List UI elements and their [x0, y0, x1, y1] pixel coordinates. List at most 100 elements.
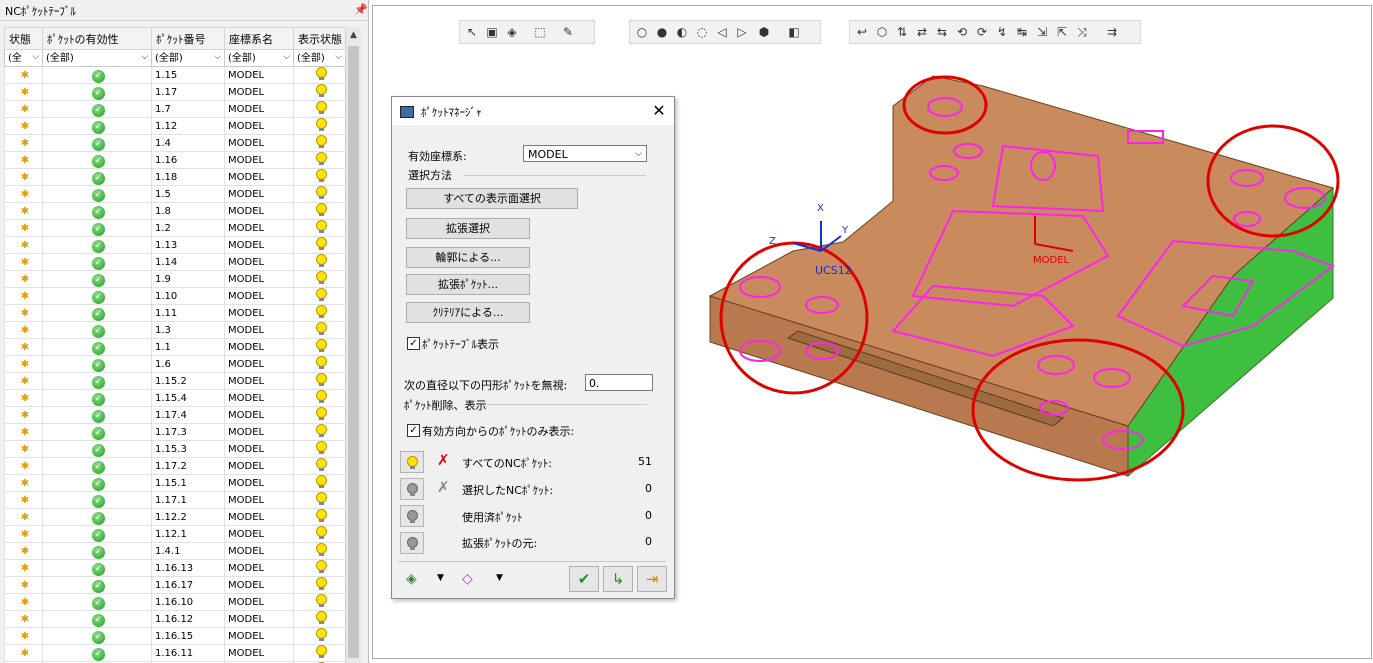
display-state-cell[interactable]: [293, 576, 345, 594]
table-row[interactable]: ✱ ✓ 1.12 MODEL: [4, 117, 345, 135]
active-coord-select[interactable]: MODEL ⌵: [523, 145, 647, 162]
column-header-display-state[interactable]: 表示状態: [293, 27, 345, 50]
remove-selected-icon[interactable]: ✗: [437, 478, 450, 496]
display-state-cell[interactable]: [293, 559, 345, 577]
remove-all-icon[interactable]: ✗: [437, 451, 450, 469]
bulb-icon[interactable]: [315, 594, 327, 607]
bulb-icon[interactable]: [315, 458, 327, 471]
bulb-icon[interactable]: [315, 84, 327, 97]
column-header-state[interactable]: 状態: [4, 27, 43, 50]
show-table-checkbox[interactable]: ✓: [407, 337, 420, 350]
table-row[interactable]: ✱ ✓ 1.17.2 MODEL: [4, 457, 345, 475]
display-state-cell[interactable]: [293, 100, 345, 118]
table-row[interactable]: ✱ ✓ 1.16.10 MODEL: [4, 593, 345, 611]
table-row[interactable]: ✱ ✓ 1.7 MODEL: [4, 100, 345, 118]
pocket-magenta-icon[interactable]: ◇: [462, 571, 473, 587]
display-state-cell[interactable]: [293, 389, 345, 407]
display-state-cell[interactable]: [293, 236, 345, 254]
table-row[interactable]: ✱ ✓ 1.16.15 MODEL: [4, 627, 345, 645]
display-state-cell[interactable]: [293, 151, 345, 169]
show-selected-pockets-button[interactable]: [400, 478, 424, 500]
table-row[interactable]: ✱ ✓ 1.16.12 MODEL: [4, 610, 345, 628]
apply-button[interactable]: ↳: [603, 566, 633, 592]
show-extend-source-button[interactable]: [400, 532, 424, 554]
table-row[interactable]: ✱ ✓ 1.12.2 MODEL: [4, 508, 345, 526]
table-row[interactable]: ✱ ✓ 1.11 MODEL: [4, 304, 345, 322]
bulb-icon[interactable]: [315, 254, 327, 267]
pin-icon[interactable]: 📌: [354, 3, 368, 16]
chevron-down-icon[interactable]: ▼: [437, 573, 444, 583]
column-header-validity[interactable]: ﾎﾟｹｯﾄの有効性: [42, 27, 152, 50]
filter-validity[interactable]: (全部) ⌵: [42, 49, 152, 67]
display-state-cell[interactable]: [293, 593, 345, 611]
by-contour-button[interactable]: 輪郭による...: [406, 247, 530, 268]
bulb-icon[interactable]: [315, 169, 327, 182]
table-row[interactable]: ✱ ✓ 1.5 MODEL: [4, 185, 345, 203]
bulb-icon[interactable]: [315, 373, 327, 386]
ignore-diameter-input[interactable]: 0.: [585, 374, 653, 391]
display-state-cell[interactable]: [293, 508, 345, 526]
display-state-cell[interactable]: [293, 134, 345, 152]
display-state-cell[interactable]: [293, 525, 345, 543]
scroll-up-icon[interactable]: ▲: [346, 27, 361, 44]
bulb-icon[interactable]: [315, 322, 327, 335]
table-row[interactable]: ✱ ✓ 1.16.11 MODEL: [4, 644, 345, 662]
display-state-cell[interactable]: [293, 355, 345, 373]
table-row[interactable]: ✱ ✓ 1.15.1 MODEL: [4, 474, 345, 492]
active-dir-checkbox[interactable]: ✓: [407, 424, 420, 437]
bulb-icon[interactable]: [315, 305, 327, 318]
display-state-cell[interactable]: [293, 202, 345, 220]
table-row[interactable]: ✱ ✓ 1.14 MODEL: [4, 253, 345, 271]
display-state-cell[interactable]: [293, 66, 345, 84]
chevron-down-icon[interactable]: ▼: [496, 573, 503, 583]
bulb-icon[interactable]: [315, 475, 327, 488]
table-row[interactable]: ✱ ✓ 1.15 MODEL: [4, 66, 345, 84]
display-state-cell[interactable]: [293, 304, 345, 322]
table-row[interactable]: ✱ ✓ 1.3 MODEL: [4, 321, 345, 339]
display-state-cell[interactable]: [293, 83, 345, 101]
column-header-pocket-number[interactable]: ﾎﾟｹｯﾄ番号: [151, 27, 225, 50]
table-scrollbar[interactable]: ▲: [345, 27, 361, 663]
display-state-cell[interactable]: [293, 644, 345, 662]
table-row[interactable]: ✱ ✓ 1.15.4 MODEL: [4, 389, 345, 407]
select-all-faces-button[interactable]: すべての表示面選択: [406, 188, 578, 209]
bulb-icon[interactable]: [315, 135, 327, 148]
table-row[interactable]: ✱ ✓ 1.17.1 MODEL: [4, 491, 345, 509]
table-row[interactable]: ✱ ✓ 1.15.2 MODEL: [4, 372, 345, 390]
bulb-icon[interactable]: [315, 203, 327, 216]
table-row[interactable]: ✱ ✓ 1.17.3 MODEL: [4, 423, 345, 441]
by-criteria-button[interactable]: ｸﾘﾃﾘｱによる...: [406, 302, 530, 323]
display-state-cell[interactable]: [293, 185, 345, 203]
pocket-green-icon[interactable]: ◈: [406, 571, 417, 587]
table-row[interactable]: ✱ ✓ 1.16.13 MODEL: [4, 559, 345, 577]
display-state-cell[interactable]: [293, 474, 345, 492]
bulb-icon[interactable]: [315, 407, 327, 420]
table-row[interactable]: ✱ ✓ 1.13 MODEL: [4, 236, 345, 254]
display-state-cell[interactable]: [293, 406, 345, 424]
bulb-icon[interactable]: [315, 560, 327, 573]
bulb-icon[interactable]: [315, 645, 327, 658]
display-state-cell[interactable]: [293, 117, 345, 135]
bulb-icon[interactable]: [315, 424, 327, 437]
bulb-icon[interactable]: [315, 526, 327, 539]
show-all-pockets-button[interactable]: [400, 451, 424, 473]
table-row[interactable]: ✱ ✓ 1.9 MODEL: [4, 270, 345, 288]
table-row[interactable]: ✱ ✓ 1.16.17 MODEL: [4, 576, 345, 594]
bulb-icon[interactable]: [315, 152, 327, 165]
close-icon[interactable]: ✕: [650, 101, 668, 120]
bulb-icon[interactable]: [315, 288, 327, 301]
bulb-icon[interactable]: [315, 390, 327, 403]
scrollbar-thumb[interactable]: [348, 46, 359, 658]
display-state-cell[interactable]: [293, 423, 345, 441]
display-state-cell[interactable]: [293, 287, 345, 305]
bulb-icon[interactable]: [315, 577, 327, 590]
bulb-icon[interactable]: [315, 67, 327, 80]
bulb-icon[interactable]: [315, 186, 327, 199]
bulb-icon[interactable]: [315, 339, 327, 352]
table-row[interactable]: ✱ ✓ 1.18 MODEL: [4, 168, 345, 186]
table-row[interactable]: ✱ ✓ 1.1 MODEL: [4, 338, 345, 356]
bulb-icon[interactable]: [315, 271, 327, 284]
extend-pocket-button[interactable]: 拡張ﾎﾟｹｯﾄ...: [406, 274, 530, 295]
ok-button[interactable]: ✔: [569, 566, 599, 592]
table-row[interactable]: ✱ ✓ 1.12.1 MODEL: [4, 525, 345, 543]
